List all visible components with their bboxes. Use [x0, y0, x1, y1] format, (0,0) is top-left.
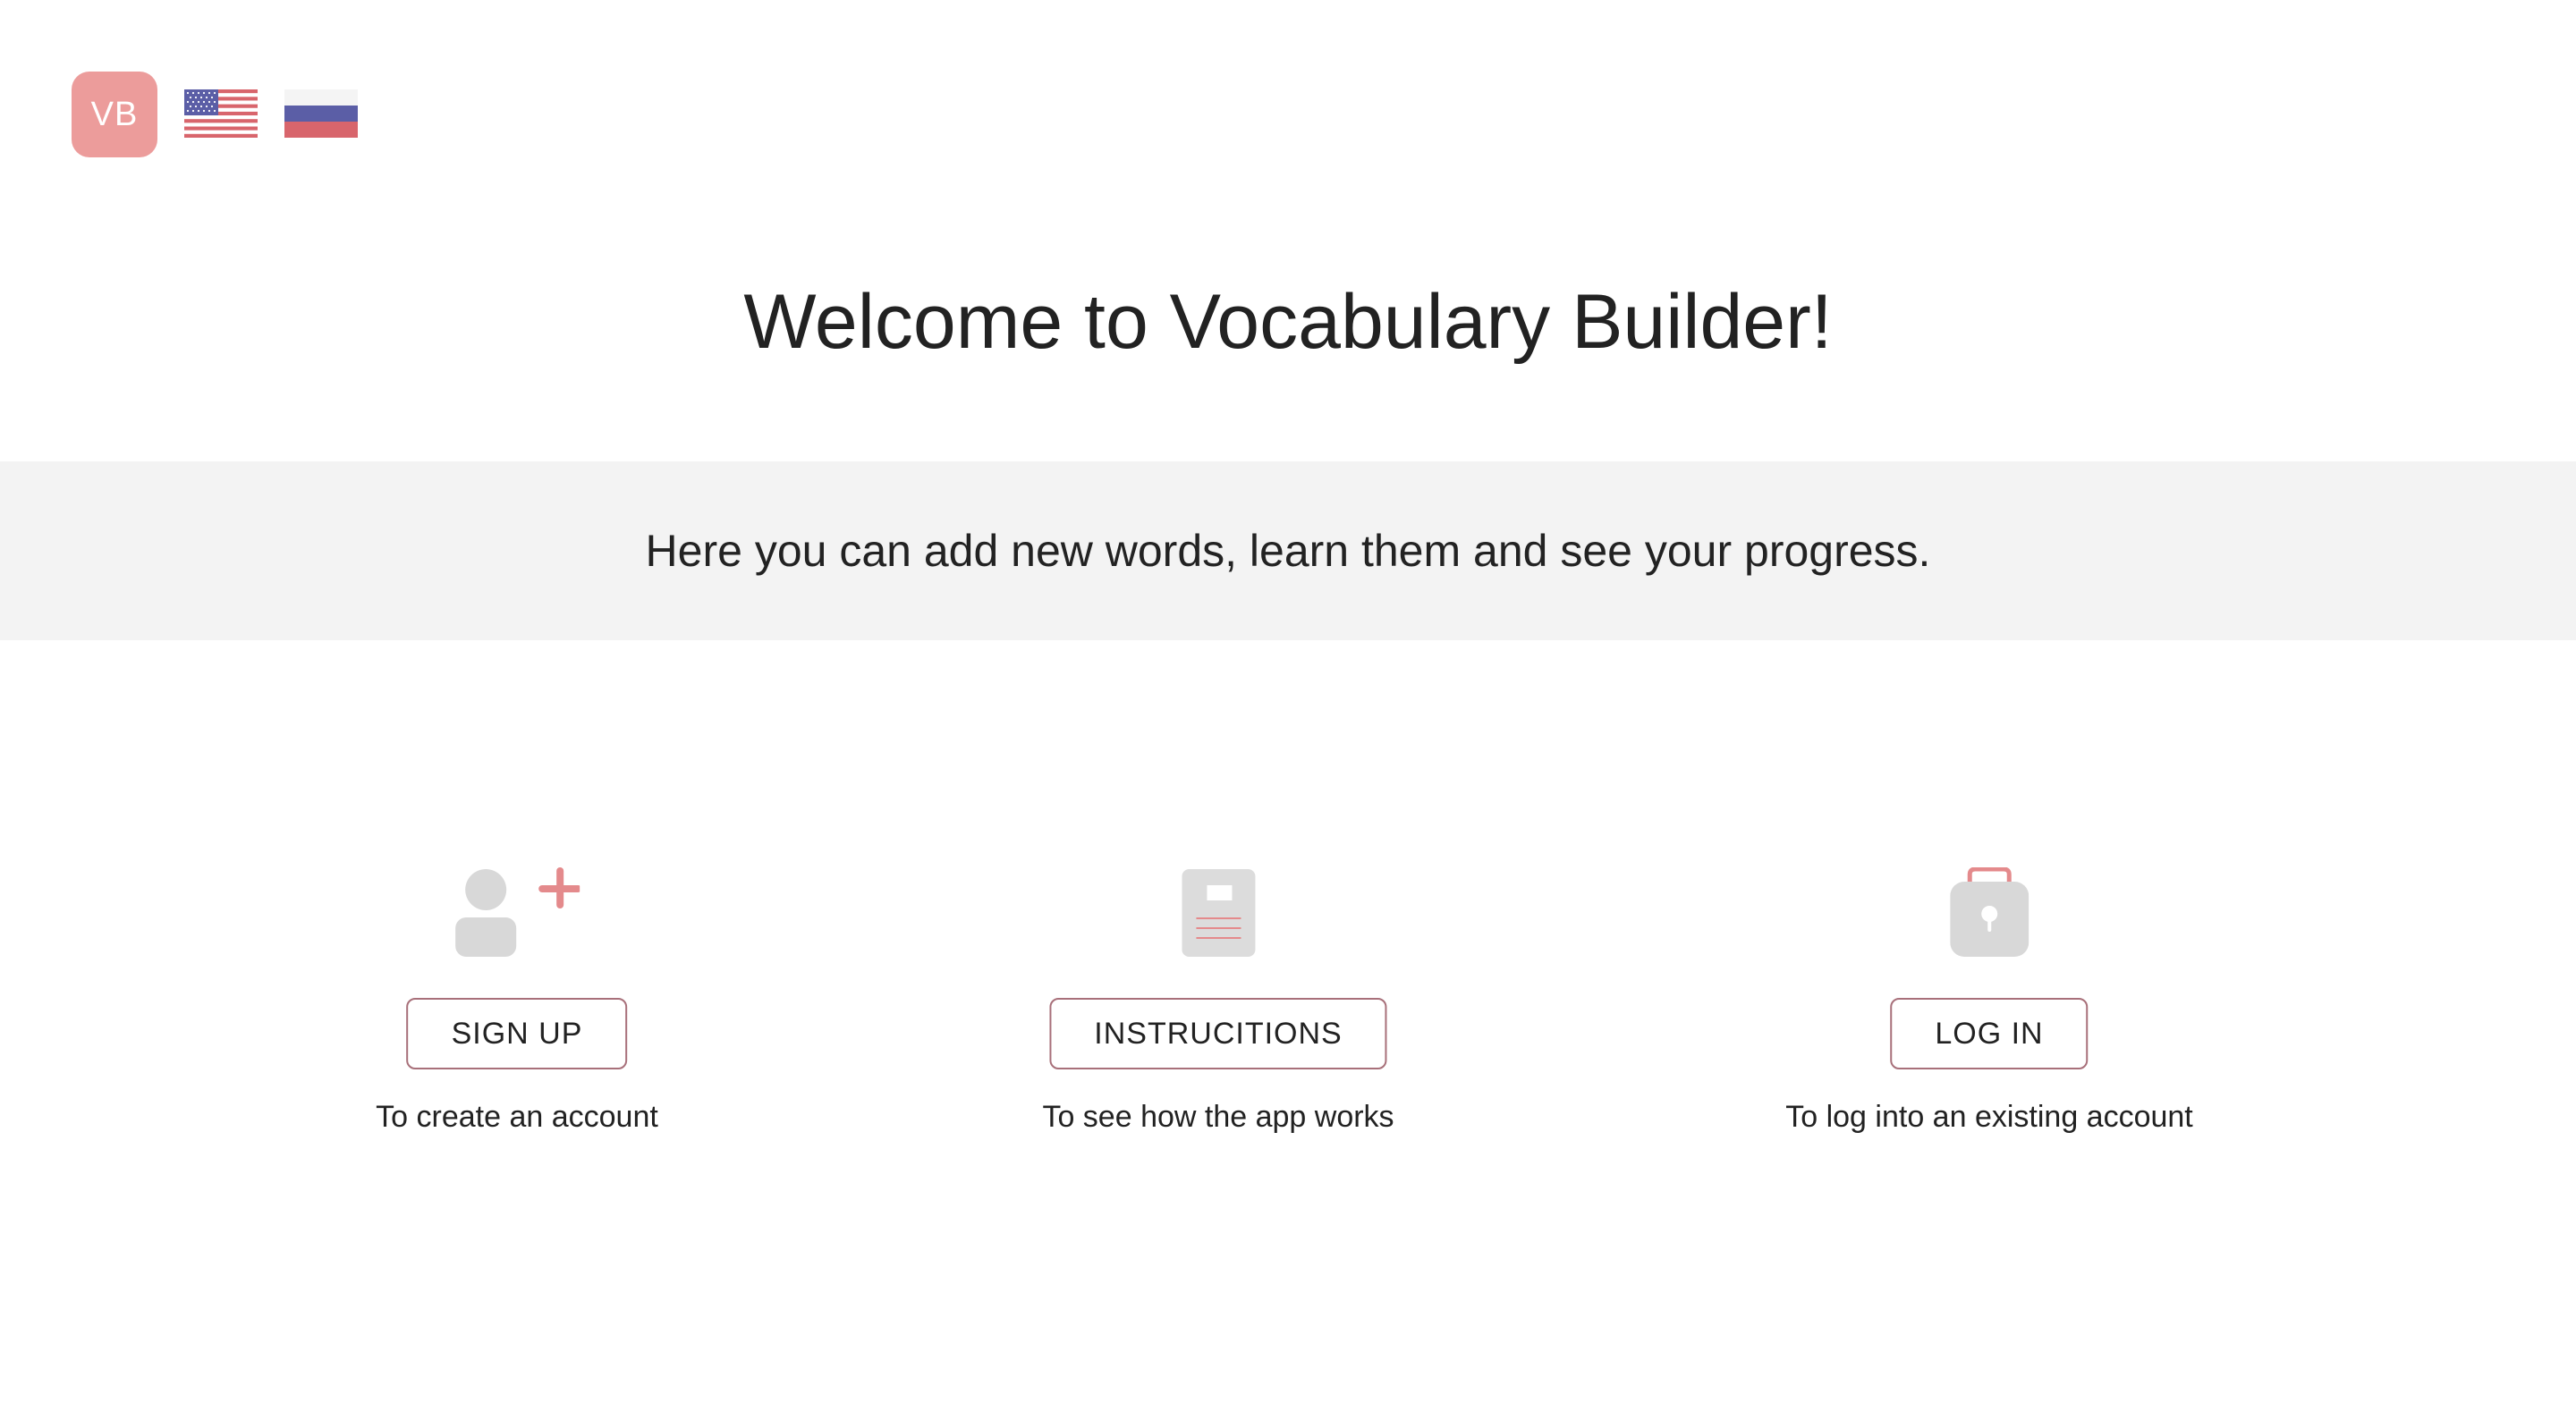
add-user-icon — [454, 858, 580, 957]
instructions-caption: To see how the app works — [1042, 1100, 1394, 1134]
page: VB Welcome to Vocabulary Builder! Here y… — [0, 0, 2576, 1411]
russia-flag-icon[interactable] — [284, 89, 358, 138]
app-logo[interactable]: VB — [72, 72, 157, 157]
instructions-button[interactable]: INSTRUCITIONS — [1049, 998, 1387, 1069]
login-section: LOG IN To log into an existing account — [1785, 858, 2193, 1135]
signup-caption: To create an account — [376, 1100, 658, 1134]
signup-section: SIGN UP To create an account — [376, 858, 658, 1135]
logo-text: VB — [90, 95, 139, 133]
login-button[interactable]: LOG IN — [1890, 998, 2089, 1069]
intro-text: Here you can add new words, learn them a… — [645, 526, 1931, 576]
instructions-section: INSTRUCITIONS To see how the app works — [1042, 858, 1394, 1135]
document-icon — [1181, 858, 1255, 957]
intro-banner: Here you can add new words, learn them a… — [0, 461, 2576, 640]
signup-button[interactable]: SIGN UP — [406, 998, 628, 1069]
lock-icon — [1949, 858, 2029, 957]
page-title: Welcome to Vocabulary Builder! — [743, 279, 1833, 365]
login-caption: To log into an existing account — [1785, 1100, 2193, 1134]
us-flag-icon[interactable] — [184, 89, 258, 138]
